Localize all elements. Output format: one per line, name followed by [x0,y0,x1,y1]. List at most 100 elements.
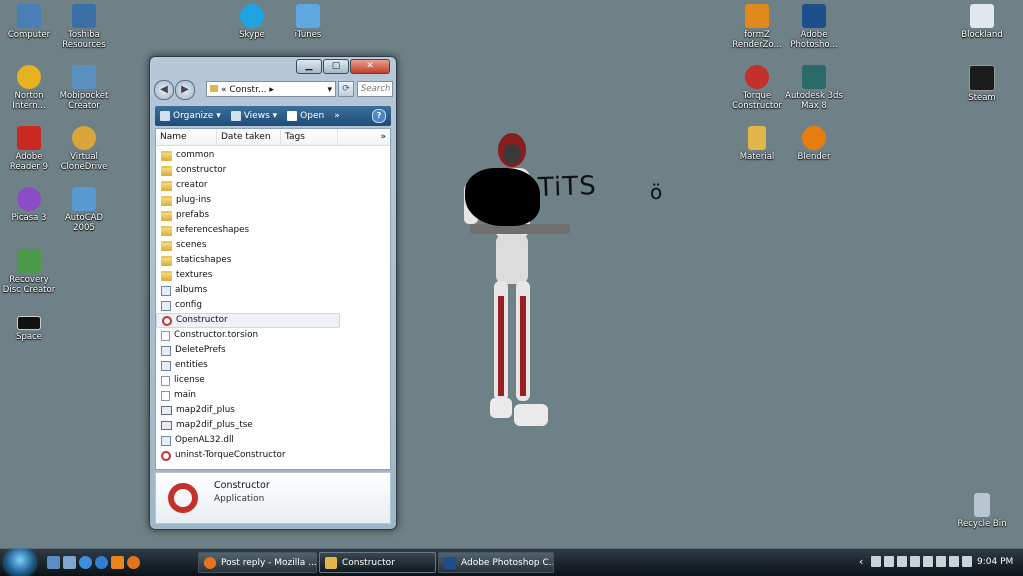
column-date-taken[interactable]: Date taken [217,129,281,145]
column-tags[interactable]: Tags [281,129,338,145]
tray-app-icon[interactable] [884,556,894,567]
taskbar-button-photoshop[interactable]: Adobe Photoshop C... [438,552,554,573]
start-button[interactable] [5,549,35,576]
folder-icon [210,85,218,92]
desktop-icon-material[interactable]: Material [728,126,786,162]
desktop-icon-adobe-reader[interactable]: Adobe Reader 9 [0,126,58,172]
vlc-icon[interactable] [111,556,124,569]
desktop-icon-skype[interactable]: Skype [223,4,281,40]
chevron-down-icon[interactable]: ▾ [327,82,332,98]
desktop-icon-photoshop[interactable]: Adobe Photosho... [785,4,843,50]
firefox-icon[interactable] [127,556,140,569]
address-bar-row: ◀ ▶ « Constr... ▸ ▾ ⟳ Search [154,79,393,101]
list-item[interactable]: scenes [156,238,390,253]
address-input[interactable]: « Constr... ▸ ▾ [206,81,336,97]
tray-app-icon[interactable] [871,556,881,567]
folder-icon [161,225,172,236]
list-item[interactable]: map2dif_plus [156,403,390,418]
list-item-selected[interactable]: Constructor [156,313,340,328]
network-icon[interactable] [936,556,946,567]
power-icon[interactable] [962,556,972,567]
desktop-icon-mobipocket[interactable]: Mobipocket Creator [55,65,113,111]
clock[interactable]: 9:04 PM [977,557,1013,567]
tray-app-icon[interactable] [910,556,920,567]
organize-button[interactable]: Organize ▾ [155,111,226,121]
switch-windows-icon[interactable] [63,556,76,569]
volume-icon[interactable] [949,556,959,567]
media-player-icon[interactable] [95,556,108,569]
handwritten-text: TiTS [537,170,598,204]
back-icon[interactable]: ◀ [154,80,174,100]
mobipocket-icon [72,65,96,89]
taskbar-button-firefox[interactable]: Post reply - Mozilla ... [198,552,317,573]
recovery-icon [17,249,41,273]
folder-icon [161,150,172,161]
list-item[interactable]: creator [156,178,390,193]
desktop-icon-recovery[interactable]: Recovery Disc Creator [0,249,58,295]
tray-app-icon[interactable] [923,556,933,567]
desktop-icon-autocad[interactable]: AutoCAD 2005 [55,187,113,233]
list-item[interactable]: uninst-TorqueConstructor [156,448,390,463]
tray-app-icon[interactable] [897,556,907,567]
desktop-icon-blockland[interactable]: Blockland [953,4,1011,40]
desktop-icon-recycle-bin[interactable]: Recycle Bin [953,493,1011,529]
list-item[interactable]: albums [156,283,390,298]
list-item[interactable]: main [156,388,390,403]
close-button[interactable]: ✕ [350,59,390,74]
list-item[interactable]: referenceshapes [156,223,390,238]
list-item[interactable]: entities [156,358,390,373]
recycle-bin-icon [974,493,990,517]
list-item[interactable]: textures [156,268,390,283]
desktop-icon-blender[interactable]: Blender [785,126,843,162]
views-button[interactable]: Views ▾ [226,111,282,121]
desktop-icon-picasa[interactable]: Picasa 3 [0,187,58,223]
toolbar-more-button[interactable]: » [329,111,345,121]
list-item[interactable]: prefabs [156,208,390,223]
config-file-icon [161,360,171,371]
desktop-icon-norton[interactable]: Norton Intern... [0,65,58,111]
list-item[interactable]: staticshapes [156,253,390,268]
open-button[interactable]: Open [282,111,329,121]
list-item[interactable]: constructor [156,163,390,178]
application-icon [161,406,172,415]
search-input[interactable]: Search [357,81,393,97]
column-more[interactable]: » [338,129,390,145]
list-item[interactable]: common [156,148,390,163]
help-icon[interactable]: ? [372,109,386,123]
handwritten-mark: ö [650,180,663,204]
desktop-icon-computer[interactable]: Computer [0,4,58,40]
steam-icon [969,65,995,91]
explorer-window[interactable]: ▁ ▢ ✕ ◀ ▶ « Constr... ▸ ▾ ⟳ Search Organi… [149,56,397,530]
desktop-icon-itunes[interactable]: iTunes [279,4,337,40]
desktop-icon-3dsmax[interactable]: Autodesk 3ds Max 8 [785,65,843,111]
desktop-icon-space[interactable]: Space [0,316,58,342]
column-name[interactable]: Name [156,129,217,145]
minimize-button[interactable]: ▁ [296,59,322,74]
taskbar-button-constructor[interactable]: Constructor [319,552,436,573]
list-item[interactable]: OpenAL32.dll [156,433,390,448]
desktop-icon-clonedrive[interactable]: Virtual CloneDrive [55,126,113,172]
list-item[interactable]: config [156,298,390,313]
torque-app-icon [161,450,171,461]
folder-icon [161,195,172,206]
show-desktop-icon[interactable] [47,556,60,569]
views-icon [230,111,241,121]
list-item[interactable]: plug-ins [156,193,390,208]
desktop-icon-toshiba[interactable]: Toshiba Resources [55,4,113,50]
desktop-icon-formz[interactable]: formZ RenderZo... [728,4,786,50]
list-item[interactable]: map2dif_plus_tse [156,418,390,433]
file-list: common constructor creator plug-ins pref… [156,146,390,463]
list-item[interactable]: license [156,373,390,388]
refresh-icon[interactable]: ⟳ [338,81,354,97]
forward-icon[interactable]: ▶ [175,80,195,100]
taskbar: Post reply - Mozilla ... Constructor Ado… [0,548,1023,576]
desktop-icon-steam[interactable]: Steam [953,65,1011,103]
desktop-icon-torque[interactable]: Torque Constructor [728,65,786,111]
folder-icon [161,255,172,266]
list-item[interactable]: DeletePrefs [156,343,390,358]
internet-explorer-icon[interactable] [79,556,92,569]
list-item[interactable]: Constructor.torsion [156,328,390,343]
maximize-button[interactable]: ▢ [323,59,349,74]
tray-expand-icon[interactable]: ‹ [859,555,863,568]
tray-icons [871,556,975,567]
